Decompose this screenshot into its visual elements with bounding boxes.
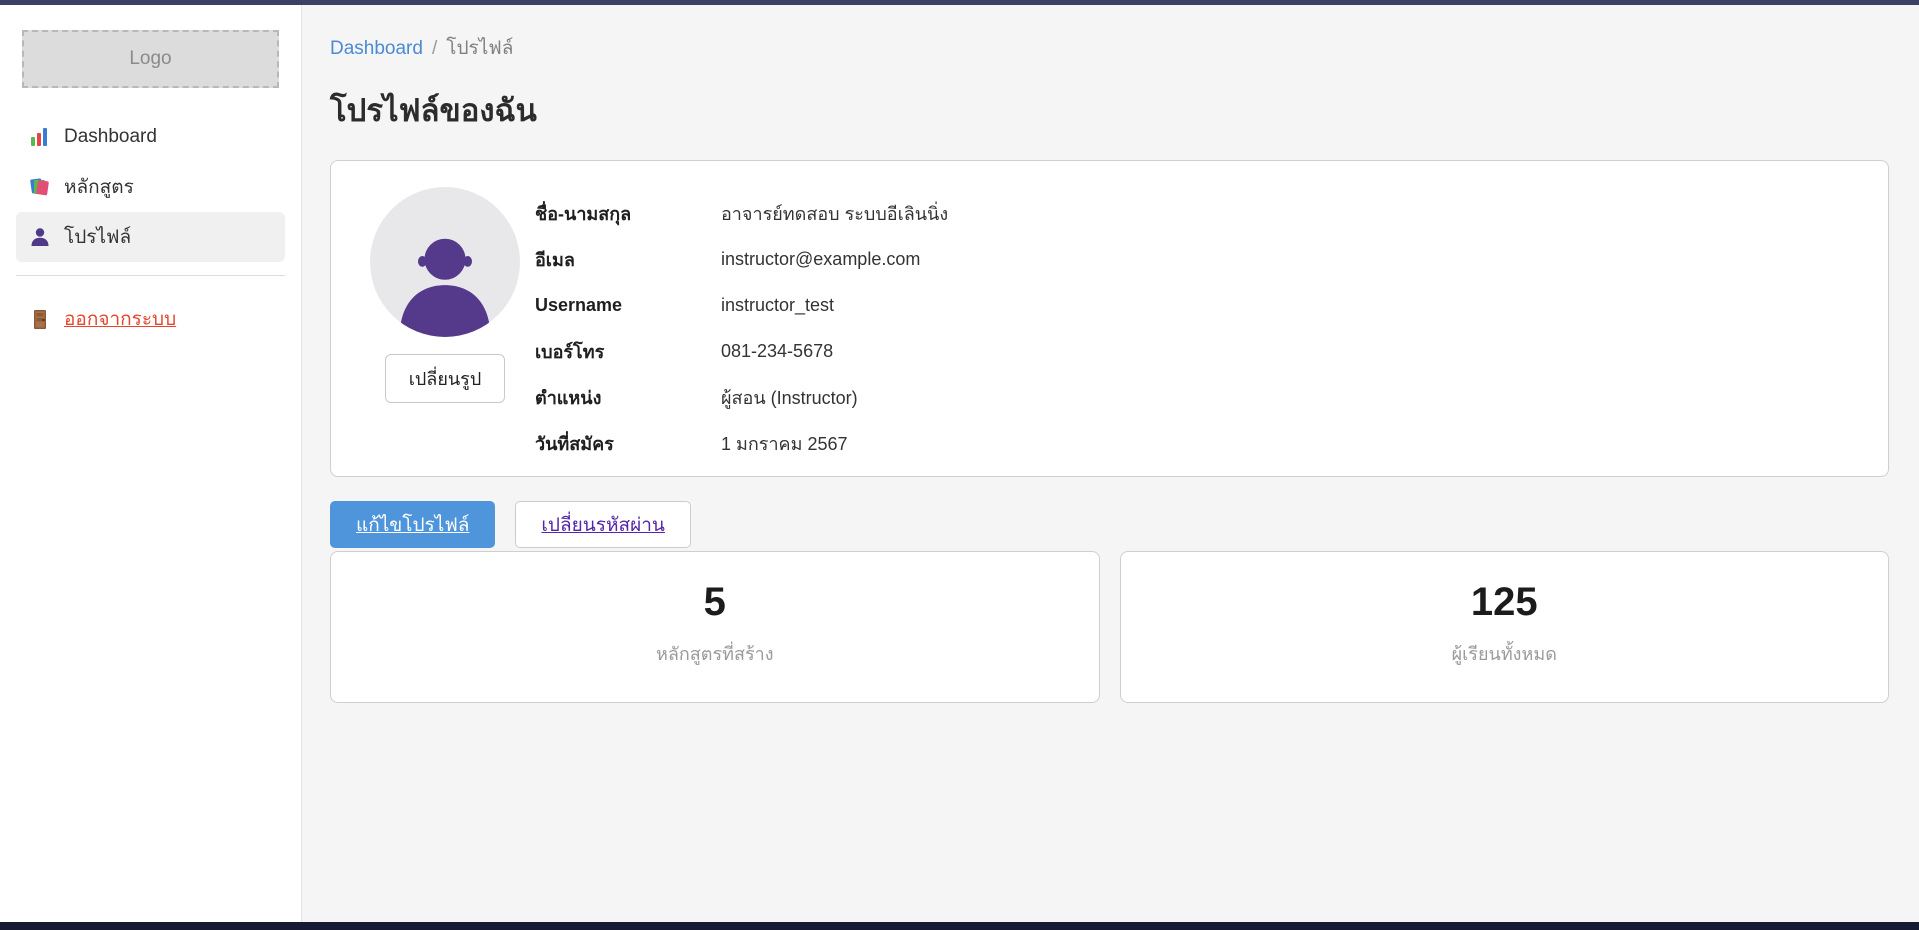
field-value: ผู้สอน (Instructor)	[721, 383, 858, 412]
change-password-button[interactable]: เปลี่ยนรหัสผ่าน	[515, 501, 690, 548]
breadcrumb-dashboard-link[interactable]: Dashboard	[330, 38, 423, 60]
sidebar-item-dashboard[interactable]: Dashboard	[16, 112, 285, 162]
field-row-name: ชื่อ-นามสกุล อาจารย์ทดสอบ ระบบอีเลินนิ่ง	[535, 190, 1864, 236]
field-row-email: อีเมล instructor@example.com	[535, 236, 1864, 282]
field-value: instructor@example.com	[721, 249, 920, 270]
breadcrumb-current: โปรไฟล์	[446, 33, 513, 63]
avatar-column: เปลี่ยนรูป	[355, 187, 535, 450]
stat-label: ผู้เรียนทั้งหมด	[1452, 639, 1557, 668]
stat-card-courses-created: 5 หลักสูตรที่สร้าง	[330, 551, 1100, 703]
field-value: instructor_test	[721, 295, 834, 316]
sidebar-item-logout[interactable]: ออกจากระบบ	[16, 294, 285, 344]
field-value: อาจารย์ทดสอบ ระบบอีเลินนิ่ง	[721, 199, 948, 228]
books-icon	[29, 176, 51, 198]
field-label: อีเมล	[535, 245, 721, 274]
person-silhouette-icon	[391, 229, 499, 337]
field-row-register-date: วันที่สมัคร 1 มกราคม 2567	[535, 420, 1864, 466]
sidebar-menu: Dashboard หลักสูตร	[0, 112, 301, 344]
sidebar-item-profile[interactable]: โปรไฟล์	[16, 212, 285, 262]
field-value: 081-234-5678	[721, 341, 833, 362]
breadcrumb: Dashboard / โปรไฟล์	[330, 33, 1889, 63]
avatar	[370, 187, 520, 337]
bar-chart-icon	[29, 126, 51, 148]
stat-card-total-students: 125 ผู้เรียนทั้งหมด	[1120, 551, 1890, 703]
field-label: เบอร์โทร	[535, 337, 721, 366]
sidebar-item-label: หลักสูตร	[64, 172, 134, 202]
field-value: 1 มกราคม 2567	[721, 429, 848, 458]
field-row-username: Username instructor_test	[535, 282, 1864, 328]
field-label: Username	[535, 295, 721, 316]
main-content: Dashboard / โปรไฟล์ โปรไฟล์ของฉัน เ	[302, 5, 1919, 922]
field-label: ชื่อ-นามสกุล	[535, 199, 721, 228]
field-row-position: ตำแหน่ง ผู้สอน (Instructor)	[535, 374, 1864, 420]
stat-value: 125	[1471, 580, 1538, 624]
app-window: Logo Dashboard	[0, 0, 1919, 930]
logo-placeholder: Logo	[22, 30, 279, 88]
page-layout: Logo Dashboard	[0, 5, 1919, 922]
menu-divider	[16, 275, 285, 276]
profile-card: เปลี่ยนรูป ชื่อ-นามสกุล อาจารย์ทดสอบ ระบ…	[330, 160, 1889, 477]
change-photo-button[interactable]: เปลี่ยนรูป	[385, 354, 506, 403]
field-label: วันที่สมัคร	[535, 429, 721, 458]
stat-label: หลักสูตรที่สร้าง	[656, 639, 774, 668]
page-title: โปรไฟล์ของฉัน	[330, 85, 1889, 135]
field-label: ตำแหน่ง	[535, 383, 721, 412]
bottom-bar	[0, 922, 1919, 930]
profile-fields: ชื่อ-นามสกุล อาจารย์ทดสอบ ระบบอีเลินนิ่ง…	[535, 187, 1864, 450]
edit-profile-button[interactable]: แก้ไขโปรไฟล์	[330, 501, 495, 548]
door-icon	[29, 308, 51, 330]
logout-link: ออกจากระบบ	[29, 304, 176, 334]
sidebar-item-courses[interactable]: หลักสูตร	[16, 162, 285, 212]
sidebar-item-label: โปรไฟล์	[64, 222, 131, 252]
sidebar-item-label: Dashboard	[64, 126, 157, 148]
sidebar: Logo Dashboard	[0, 5, 302, 922]
stat-cards: 5 หลักสูตรที่สร้าง 125 ผู้เรียนทั้งหมด	[330, 551, 1889, 703]
logout-label: ออกจากระบบ	[64, 304, 176, 334]
person-icon	[29, 226, 51, 248]
breadcrumb-separator: /	[432, 38, 437, 60]
action-buttons: แก้ไขโปรไฟล์ เปลี่ยนรหัสผ่าน	[330, 501, 1889, 548]
stat-value: 5	[704, 580, 726, 624]
field-row-phone: เบอร์โทร 081-234-5678	[535, 328, 1864, 374]
